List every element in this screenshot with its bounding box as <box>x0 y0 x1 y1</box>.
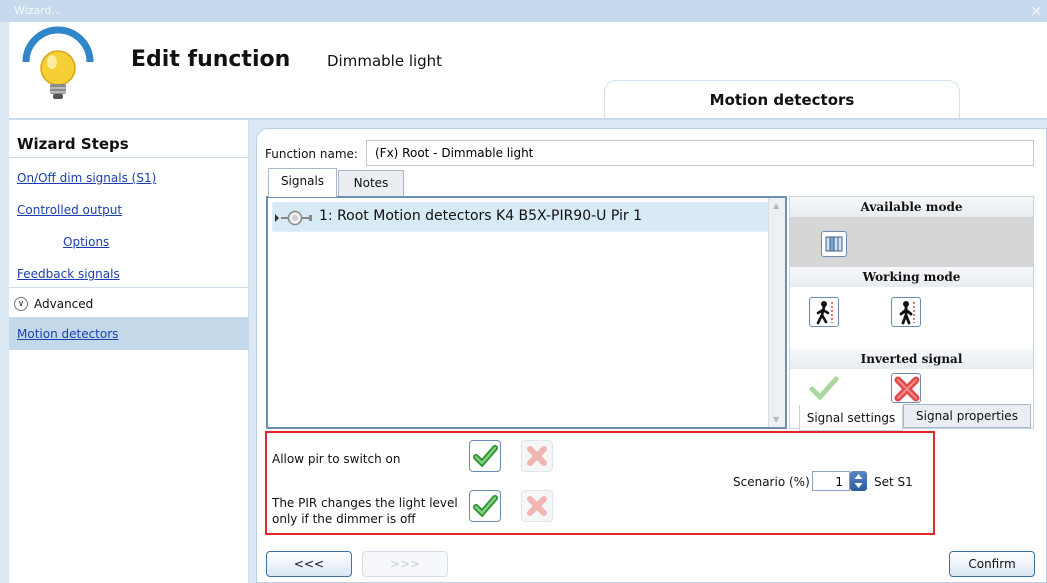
window-title-bar: Wizard... × <box>0 0 1047 22</box>
signals-list[interactable]: 1: Root Motion detectors K4 B5X-PIR90-U … <box>266 196 787 429</box>
scenario-label: Scenario (%) <box>733 475 810 489</box>
signal-label: 1: Root Motion detectors K4 B5X-PIR90-U … <box>319 208 643 224</box>
inverted-signal-header: Inverted signal <box>790 349 1033 369</box>
walk-in-mode-icon[interactable] <box>809 297 839 327</box>
inverted-on-button[interactable] <box>891 373 921 403</box>
tab-notes[interactable]: Notes <box>338 170 404 196</box>
pir-changes-no-button[interactable] <box>521 490 553 522</box>
allow-pir-yes-button[interactable] <box>469 440 501 472</box>
standing-person-glyph <box>899 301 915 325</box>
sidebar-item-controlled-output[interactable]: Controlled output <box>17 203 122 217</box>
sidebar-item-onoff-dim-signals[interactable]: On/Off dim signals (S1) <box>17 171 156 185</box>
pir-changes-label-line1: The PIR changes the light level <box>272 496 458 510</box>
walking-person-glyph <box>816 301 833 325</box>
scroll-up-icon[interactable]: ▲ <box>773 201 779 210</box>
door-sensor-glyph <box>825 236 843 252</box>
tab-signal-properties[interactable]: Signal properties <box>903 404 1031 428</box>
confirm-button[interactable]: Confirm <box>949 551 1035 577</box>
sidebar-item-motion-detectors[interactable]: Motion detectors <box>9 318 249 350</box>
sidebar-item-options[interactable]: Options <box>63 235 109 249</box>
signal-settings-pane: Available mode Working mode Inverted sig… <box>789 196 1034 429</box>
cross-icon <box>527 446 547 466</box>
sidebar-item-label: Motion detectors <box>17 327 119 341</box>
presence-mode-icon[interactable] <box>891 297 921 327</box>
available-mode-area <box>790 217 1033 267</box>
sidebar-item-advanced[interactable]: Advanced <box>34 297 93 311</box>
check-icon <box>473 445 498 468</box>
available-mode-header: Available mode <box>790 197 1033 217</box>
wizard-steps-title: Wizard Steps <box>17 135 129 153</box>
light-bulb-icon <box>22 26 94 99</box>
scenario-input[interactable] <box>812 471 850 491</box>
current-step-tab: Motion detectors <box>604 80 960 118</box>
divider <box>9 157 249 158</box>
pir-changes-label-line2: only if the dimmer is off <box>272 512 416 526</box>
list-item[interactable]: 1: Root Motion detectors K4 B5X-PIR90-U … <box>272 202 769 232</box>
check-icon[interactable] <box>808 375 840 401</box>
next-button[interactable]: >>> <box>362 551 448 577</box>
spinner-arrows-icon <box>854 474 863 488</box>
divider <box>9 287 249 288</box>
list-scrollbar[interactable]: ▲ ▼ <box>768 198 785 427</box>
function-name-label: Function name: <box>265 147 358 161</box>
close-icon[interactable]: × <box>1030 1 1043 20</box>
motion-sensor-icon <box>275 210 312 226</box>
allow-pir-label: Allow pir to switch on <box>272 452 401 466</box>
function-name-input[interactable] <box>366 140 1034 166</box>
sidebar-item-feedback-signals[interactable]: Feedback signals <box>17 267 120 281</box>
set-s1-label: Set S1 <box>874 475 913 489</box>
wizard-steps-sidebar: Wizard Steps On/Off dim signals (S1) Con… <box>9 120 249 583</box>
previous-button[interactable]: <<< <box>266 551 352 577</box>
check-icon <box>473 495 498 518</box>
working-mode-header: Working mode <box>790 267 1033 287</box>
pir-changes-yes-button[interactable] <box>469 490 501 522</box>
window-title: Wizard... <box>14 4 63 17</box>
cross-icon <box>894 376 920 402</box>
scroll-down-icon[interactable]: ▼ <box>773 415 779 424</box>
tab-signals[interactable]: Signals <box>268 168 337 197</box>
door-sensor-icon[interactable] <box>821 231 847 257</box>
spinner-icon[interactable] <box>850 471 867 491</box>
page-subtitle: Dimmable light <box>327 52 443 70</box>
page-title: Edit function <box>131 47 291 72</box>
allow-pir-no-button[interactable] <box>521 440 553 472</box>
tab-signal-settings[interactable]: Signal settings <box>799 405 903 431</box>
chevron-down-icon[interactable]: ∨ <box>14 297 28 311</box>
cross-icon <box>527 496 547 516</box>
